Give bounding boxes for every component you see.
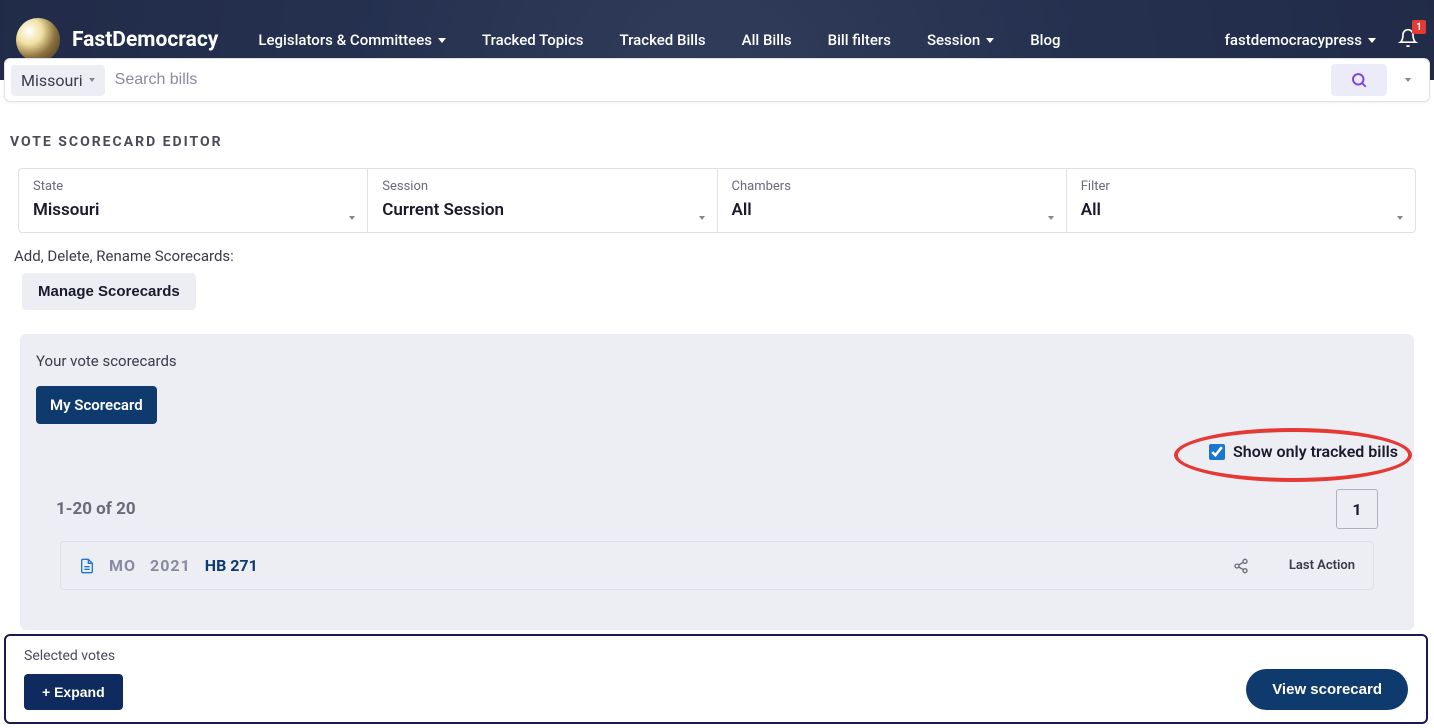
last-action-label: Last Action <box>1289 558 1355 573</box>
caret-down-icon <box>1397 216 1403 220</box>
search-options-toggle[interactable] <box>1393 78 1423 82</box>
filter-chambers[interactable]: Chambers All <box>718 169 1067 232</box>
brand-area[interactable]: FastDemocracy <box>16 18 218 62</box>
bill-state: MO <box>109 556 136 575</box>
caret-down-icon <box>699 216 705 220</box>
chevron-down-icon <box>986 38 994 43</box>
scorecard-chip-my-scorecard[interactable]: My Scorecard <box>36 386 157 424</box>
nav-tracked-bills[interactable]: Tracked Bills <box>620 31 706 49</box>
nav-legislators[interactable]: Legislators & Committees <box>258 31 446 49</box>
search-bar: Missouri <box>4 58 1430 102</box>
filter-value: All <box>732 200 1052 220</box>
caret-down-icon <box>1048 216 1054 220</box>
filter-label: Session <box>382 179 702 194</box>
manage-scorecards-button[interactable]: Manage Scorecards <box>22 273 196 310</box>
filter-label: Filter <box>1081 179 1401 194</box>
document-icon <box>79 557 95 575</box>
bill-number[interactable]: HB 271 <box>205 556 258 575</box>
filter-state[interactable]: State Missouri <box>19 169 368 232</box>
caret-down-icon <box>349 216 355 220</box>
state-selector[interactable]: Missouri <box>11 65 105 96</box>
nav-tracked-topics[interactable]: Tracked Topics <box>482 31 584 49</box>
results-header: 1-20 of 20 1 <box>56 489 1378 529</box>
brand-name: FastDemocracy <box>72 28 218 52</box>
filter-filter[interactable]: Filter All <box>1067 169 1415 232</box>
filter-label: Chambers <box>732 179 1052 194</box>
show-only-tracked-label: Show only tracked bills <box>1233 442 1398 461</box>
user-menu[interactable]: fastdemocracypress <box>1225 31 1376 49</box>
bill-row[interactable]: MO 2021 HB 271 Last Action <box>60 541 1374 590</box>
manage-instruction: Add, Delete, Rename Scorecards: <box>14 247 1424 265</box>
filter-row: State Missouri Session Current Session C… <box>18 168 1416 233</box>
chevron-down-icon <box>438 38 446 43</box>
notification-badge: 1 <box>1412 20 1426 34</box>
filter-value: All <box>1081 200 1401 220</box>
filter-value: Current Session <box>382 200 702 220</box>
chevron-down-icon <box>1368 38 1376 43</box>
show-tracked-row: Show only tracked bills <box>36 442 1398 461</box>
user-area: fastdemocracypress 1 <box>1225 28 1418 52</box>
page-number-button[interactable]: 1 <box>1336 489 1378 529</box>
filter-label: State <box>33 179 353 194</box>
nav-session[interactable]: Session <box>927 31 994 49</box>
results-count: 1-20 of 20 <box>56 499 136 519</box>
show-only-tracked-checkbox[interactable] <box>1209 444 1225 460</box>
filter-session[interactable]: Session Current Session <box>368 169 717 232</box>
main-nav: Legislators & Committees Tracked Topics … <box>258 31 1224 49</box>
share-icon[interactable] <box>1233 558 1249 574</box>
notifications-button[interactable]: 1 <box>1398 28 1418 52</box>
filter-value: Missouri <box>33 200 353 220</box>
eagle-logo-icon <box>16 18 60 62</box>
expand-button[interactable]: + Expand <box>24 674 123 710</box>
selected-votes-bar: Selected votes + Expand View scorecard <box>4 634 1428 724</box>
page-title: VOTE SCORECARD EDITOR <box>10 134 1424 150</box>
panel-label: Your vote scorecards <box>36 352 1398 370</box>
bill-year: 2021 <box>150 556 191 575</box>
chevron-down-icon <box>1405 78 1411 82</box>
nav-blog[interactable]: Blog <box>1030 31 1060 49</box>
caret-down-icon <box>89 78 95 82</box>
search-input[interactable] <box>115 71 1331 89</box>
view-scorecard-button[interactable]: View scorecard <box>1246 669 1408 710</box>
search-icon <box>1350 71 1368 89</box>
nav-bill-filters[interactable]: Bill filters <box>828 31 891 49</box>
search-button[interactable] <box>1331 64 1387 96</box>
selected-votes-label: Selected votes <box>24 648 123 664</box>
nav-all-bills[interactable]: All Bills <box>742 31 792 49</box>
scorecards-panel: Your vote scorecards My Scorecard Show o… <box>20 334 1414 630</box>
state-selector-label: Missouri <box>21 71 83 90</box>
